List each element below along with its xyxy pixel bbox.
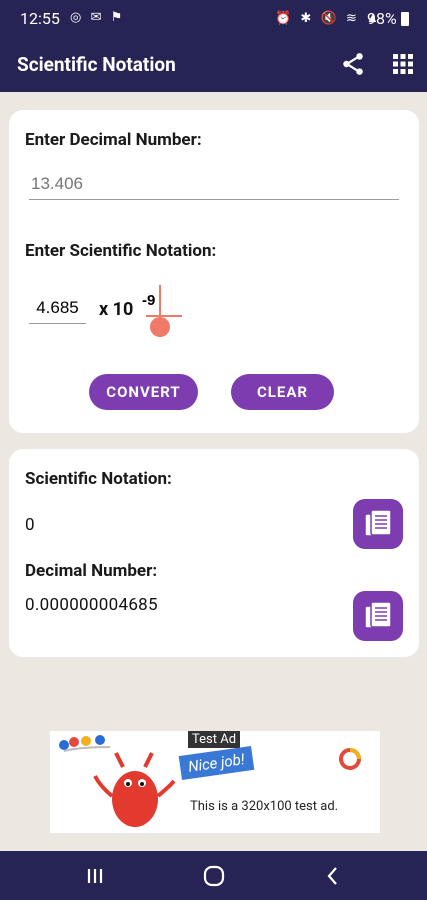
decimal-label: Enter Decimal Number: <box>25 130 202 150</box>
result-dec-label: Decimal Number: <box>25 561 158 581</box>
clear-button[interactable]: CLEAR <box>231 374 334 410</box>
back-icon[interactable] <box>320 863 346 889</box>
status-bar: 12:55 ◎ ✉ ⚑ ⏰ ✱ 🔇 ≋ ▲ 98% <box>0 0 427 38</box>
exponent-input[interactable] <box>142 289 166 311</box>
result-card: Scientific Notation: 0 Decimal Number: 0… <box>9 449 419 657</box>
copy-icon <box>364 509 392 537</box>
convert-button[interactable]: CONVERT <box>89 374 198 410</box>
battery-icon <box>401 12 409 26</box>
notification-icons: ◎ ✉ ⚑ <box>70 10 126 25</box>
copy-dec-button[interactable] <box>353 591 403 641</box>
cursor-handle[interactable] <box>150 317 170 337</box>
copy-sci-button[interactable] <box>353 499 403 549</box>
decimal-input[interactable] <box>29 168 399 200</box>
input-card: Enter Decimal Number: Enter Scientific N… <box>9 110 419 433</box>
result-sci-label: Scientific Notation: <box>25 469 172 489</box>
grid-icon[interactable] <box>391 52 415 76</box>
battery-level: 98% <box>367 9 397 28</box>
times-ten-label: x 10 <box>99 299 134 320</box>
share-icon[interactable] <box>340 51 366 77</box>
app-title: Scientific Notation <box>17 53 176 76</box>
home-icon[interactable] <box>201 863 227 889</box>
ad-banner[interactable]: Test Ad Nice job! This is a 320x100 test… <box>50 731 380 833</box>
mantissa-input[interactable] <box>29 292 86 324</box>
result-dec-value: 0.000000004685 <box>25 595 158 615</box>
status-time: 12:55 <box>20 9 60 28</box>
recents-icon[interactable] <box>82 863 108 889</box>
result-sci-value: 0 <box>25 515 35 535</box>
app-bar: Scientific Notation <box>0 38 427 92</box>
ad-text: This is a 320x100 test ad. <box>190 799 339 814</box>
copy-icon <box>364 601 392 629</box>
ad-tag: Test Ad <box>188 731 241 748</box>
text-cursor-underline <box>146 315 182 317</box>
system-icons: ⏰ ✱ 🔇 ≋ ▲ <box>275 11 382 26</box>
navigation-bar <box>0 851 427 900</box>
sci-notation-label: Enter Scientific Notation: <box>25 241 217 261</box>
